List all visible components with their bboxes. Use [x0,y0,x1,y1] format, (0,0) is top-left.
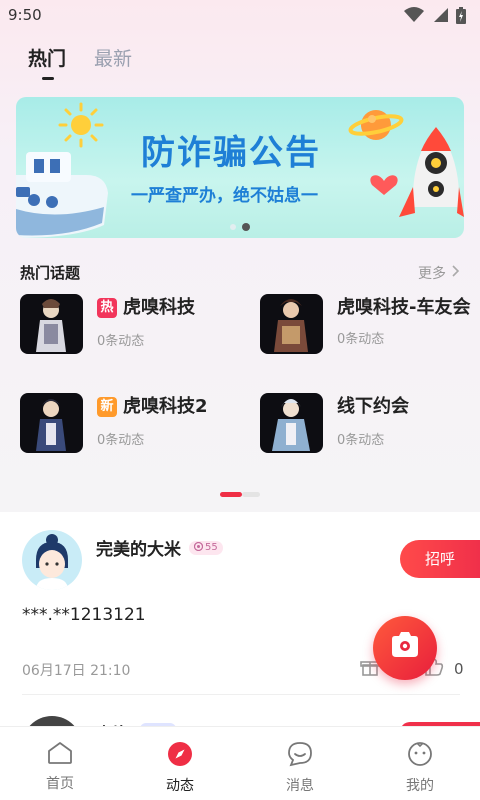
topic-name: 线下约会 [337,396,409,417]
topic-avatar [20,294,83,354]
topic-avatar [260,294,323,354]
signal-icon [432,7,448,23]
nav-label: 我的 [406,778,434,794]
tab-indicator [42,77,54,80]
message-icon [287,741,313,771]
tab-latest[interactable]: 最新 [94,44,132,71]
hot-topics-title: 热门话题 [20,264,81,282]
post-username: 完美的大米 [96,540,181,560]
nav-label: 动态 [166,778,194,794]
topic-avatar [260,393,323,453]
compass-icon [167,741,193,771]
topic-item[interactable]: 热 虎嗅科技 0条动态 [20,294,195,354]
bottom-navigation: 首页 动态 消息 我的 [0,726,480,800]
hot-topics-header: 热门话题 更多 [20,262,460,283]
camera-icon [388,631,422,665]
topic-name: 虎嗅科技2 [123,396,208,417]
topic-item[interactable]: 线下约会 0条动态 [260,393,409,453]
topic-item[interactable]: 虎嗅科技-车友会 0条动态 [260,294,480,354]
post-content: ***.**1213121 [22,605,146,625]
level-value: 55 [205,542,218,553]
nav-label: 首页 [46,776,74,792]
more-topics-link[interactable]: 更多 [418,263,460,283]
feed-tabs: 热门 最新 [28,44,132,80]
banner-pagination [16,223,464,231]
page-indicator-active [220,492,242,497]
banner-title: 防诈骗公告 [141,133,321,173]
topic-name: 虎嗅科技 [123,297,195,318]
wifi-icon [404,7,424,23]
create-post-button[interactable] [373,616,437,680]
tab-hot[interactable]: 热门 [28,44,67,80]
divider [22,694,460,695]
avatar[interactable] [22,530,82,590]
nav-profile[interactable]: 我的 [360,727,480,800]
topic-item[interactable]: 新 虎嗅科技2 0条动态 [20,393,208,453]
topic-count: 0条动态 [97,334,145,349]
topic-name: 虎嗅科技-车友会 [337,297,471,318]
nav-feed[interactable]: 动态 [120,727,240,800]
tab-latest-label: 最新 [94,48,133,70]
nav-messages[interactable]: 消息 [240,727,360,800]
nav-home[interactable]: 首页 [0,727,120,800]
banner-dot [230,224,236,230]
post-author[interactable]: 完美的大米 55 [96,535,223,560]
status-bar: 9:50 [0,0,480,30]
banner-dot-active [242,223,250,231]
hot-badge: 热 [97,298,117,318]
topics-pagination [220,492,260,497]
announcement-banner[interactable]: 防诈骗公告 一严查严办，绝不姑息一 [16,97,464,238]
battery-icon [456,6,466,24]
more-label: 更多 [418,265,446,282]
level-icon [193,541,204,554]
like-count: 0 [454,660,464,678]
nav-label: 消息 [286,778,314,794]
page-indicator [242,492,260,497]
level-badge: 55 [189,540,223,555]
tab-hot-label: 热门 [28,48,67,70]
home-icon [47,741,73,769]
chevron-right-icon [452,264,460,281]
topic-count: 0条动态 [97,433,145,448]
profile-icon [407,741,433,771]
post-time: 06月17日 21:10 [22,663,131,679]
greet-button[interactable]: 招呼 [400,540,480,578]
topic-count: 0条动态 [337,332,385,347]
new-badge: 新 [97,397,117,417]
topic-count: 0条动态 [337,433,385,448]
banner-subtitle: 一严查严办，绝不姑息一 [131,186,318,206]
topic-avatar [20,393,83,453]
status-time: 9:50 [8,6,42,24]
